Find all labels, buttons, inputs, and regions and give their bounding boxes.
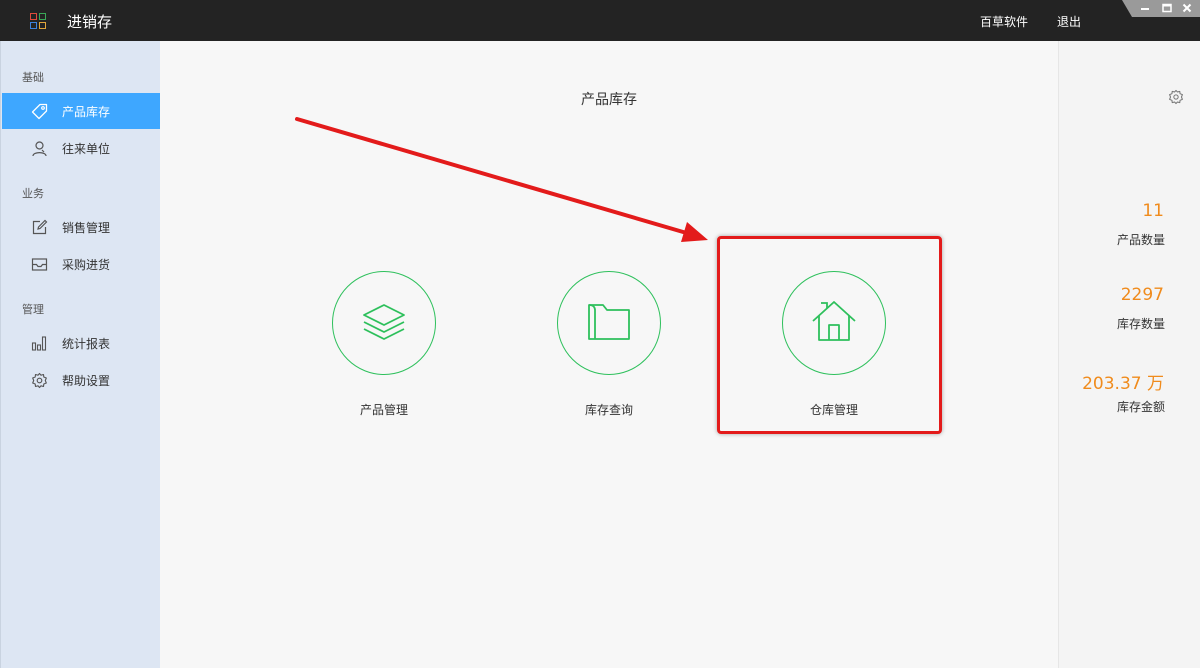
highlight-box (717, 236, 942, 434)
stat-stock-amount-value: 203.37 万 (1082, 374, 1164, 394)
stats-panel: 11 产品数量 2297 库存数量 203.37 万 库存金额 (1058, 41, 1200, 668)
stat-stock-quantity-label: 库存数量 (1116, 317, 1165, 331)
section-label-management: 管理 (22, 303, 44, 316)
layers-icon (360, 297, 408, 349)
sidebar-item-label: 产品库存 (62, 105, 111, 119)
sidebar-item-product-inventory[interactable]: 产品库存 (2, 93, 161, 129)
edit-icon (31, 219, 48, 236)
window-controls (1122, 0, 1200, 17)
close-icon[interactable] (1180, 1, 1194, 15)
logout-link[interactable]: 退出 (1057, 13, 1081, 30)
section-label-business: 业务 (22, 187, 44, 200)
stat-product-count-label: 产品数量 (1116, 233, 1165, 247)
stat-product-count-value: 11 (1142, 201, 1164, 221)
folder-icon (585, 297, 633, 349)
sidebar-item-help-settings[interactable]: 帮助设置 (2, 362, 161, 398)
sidebar-item-reports[interactable]: 统计报表 (2, 325, 161, 361)
app-logo-icon (30, 13, 46, 29)
app-title: 进销存 (67, 13, 113, 31)
sidebar-item-purchase[interactable]: 采购进货 (2, 246, 161, 282)
main-content: 产品库存 产品管理 库存查询 仓库管理 (160, 41, 1058, 668)
inbox-icon (31, 256, 48, 273)
minimize-icon[interactable] (1138, 1, 1152, 15)
sidebar-item-sales[interactable]: 销售管理 (2, 209, 161, 245)
tile-product-management[interactable]: 产品管理 (332, 271, 436, 417)
sidebar-item-label: 往来单位 (62, 142, 111, 156)
sidebar: 基础 产品库存 往来单位 业务 销售管理 采购进货 管理 统计报表 帮助设置 (0, 41, 161, 668)
sidebar-item-label: 采购进货 (62, 258, 111, 272)
bar-chart-icon (31, 335, 48, 352)
tile-inventory-query[interactable]: 库存查询 (557, 271, 661, 417)
contacts-icon (31, 140, 48, 157)
tile-label: 产品管理 (359, 403, 408, 417)
company-link[interactable]: 百草软件 (980, 13, 1028, 30)
tile-label: 库存查询 (584, 403, 633, 417)
page-title: 产品库存 (581, 92, 637, 108)
sidebar-item-label: 统计报表 (62, 337, 111, 351)
section-label-basic: 基础 (22, 71, 44, 84)
title-bar: 进销存 百草软件 退出 (0, 0, 1200, 41)
sidebar-item-contacts[interactable]: 往来单位 (2, 130, 161, 166)
gear-icon (31, 372, 48, 389)
maximize-icon[interactable] (1160, 1, 1174, 15)
sidebar-item-label: 销售管理 (62, 221, 111, 235)
sidebar-item-label: 帮助设置 (62, 374, 111, 388)
tag-icon (31, 103, 48, 120)
stat-stock-amount-label: 库存金额 (1116, 400, 1165, 414)
stat-stock-quantity-value: 2297 (1120, 285, 1164, 305)
settings-gear-icon[interactable] (1168, 89, 1184, 105)
